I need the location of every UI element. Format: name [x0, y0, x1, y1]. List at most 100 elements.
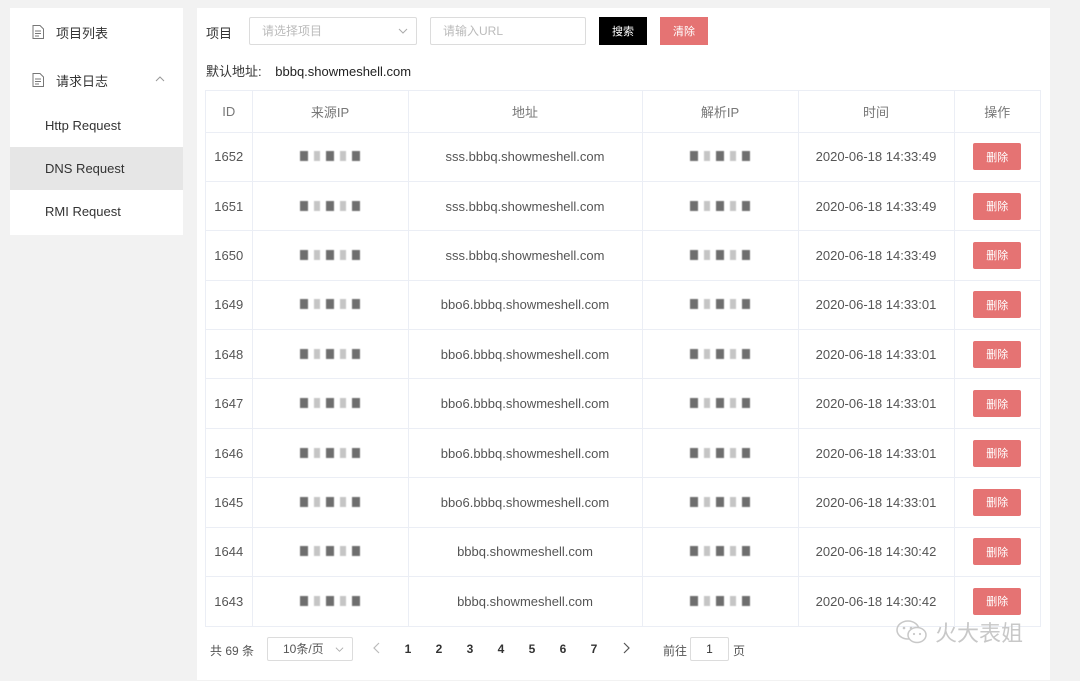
project-select[interactable]: 请选择项目: [249, 17, 417, 45]
cell-source-ip: [252, 527, 409, 578]
cell-resolved-ip: [642, 527, 799, 578]
delete-button[interactable]: 删除: [973, 143, 1022, 171]
cell-time: 2020-06-18 14:30:42: [798, 527, 955, 578]
cell-id: 1652: [206, 132, 253, 182]
delete-button[interactable]: 删除: [973, 587, 1022, 615]
cell-source-ip: [252, 280, 409, 331]
menu-item-request-log[interactable]: 请求日志: [10, 56, 183, 104]
page-number[interactable]: 6: [553, 642, 573, 656]
delete-button[interactable]: 删除: [973, 538, 1022, 566]
cell-source-ip: [252, 181, 409, 232]
page-number[interactable]: 1: [398, 642, 418, 656]
delete-button[interactable]: 删除: [973, 439, 1022, 467]
project-label: 项目: [206, 26, 233, 41]
wechat-icon: [896, 620, 927, 644]
delete-button[interactable]: 删除: [973, 390, 1022, 418]
cell-id: 1646: [206, 428, 253, 479]
redacted-ip: [690, 595, 750, 606]
clear-button[interactable]: 清除: [660, 17, 708, 45]
cell-address: sss.bbbq.showmeshell.com: [408, 230, 643, 281]
cell-id: 1647: [206, 378, 253, 429]
search-button[interactable]: 搜索: [599, 17, 647, 45]
delete-button[interactable]: 删除: [973, 340, 1022, 368]
menu-item-label: 项目列表: [56, 25, 109, 41]
delete-button[interactable]: 删除: [973, 488, 1022, 516]
cell-id: 1651: [206, 181, 253, 232]
cell-resolved-ip: [642, 329, 799, 380]
prev-page-icon[interactable]: [370, 641, 384, 655]
redacted-ip: [690, 200, 750, 211]
redacted-ip: [690, 151, 750, 162]
delete-button[interactable]: 删除: [973, 192, 1022, 220]
redacted-ip: [300, 151, 360, 162]
redacted-ip: [300, 200, 360, 211]
submenu-item-rmi-request[interactable]: RMI Request: [10, 190, 183, 233]
page-number[interactable]: 2: [429, 642, 449, 656]
cell-id: 1649: [206, 280, 253, 331]
cell-time: 2020-06-18 14:33:01: [798, 378, 955, 429]
cell-resolved-ip: [642, 280, 799, 331]
cell-resolved-ip: [642, 132, 799, 182]
default-address: 默认地址: bbbq.showmeshell.com: [206, 61, 411, 80]
table-row: 1644 bbbq.showmeshell.com 2020-06-18 14:30…: [206, 527, 1040, 578]
cell-id: 1643: [206, 576, 253, 626]
table-row: 1651 sss.bbbq.showmeshell.com 2020-06-18 1…: [206, 181, 1040, 232]
delete-button[interactable]: 删除: [973, 291, 1022, 319]
document-icon: [32, 73, 44, 87]
cell-resolved-ip: [642, 477, 799, 528]
toolbar: 项目 请选择项目 搜索 清除: [206, 17, 1046, 45]
watermark: 火大表姐: [895, 616, 1023, 648]
cell-time: 2020-06-18 14:33:49: [798, 132, 955, 182]
page-number[interactable]: 7: [584, 642, 604, 656]
goto-label: 前往: [663, 644, 688, 658]
redacted-ip: [690, 398, 750, 409]
default-address-value: bbbq.showmeshell.com: [275, 64, 412, 79]
goto-page-input[interactable]: [690, 637, 729, 661]
page-number[interactable]: 4: [491, 642, 511, 656]
cell-time: 2020-06-18 14:33:49: [798, 230, 955, 281]
delete-button[interactable]: 删除: [973, 241, 1022, 269]
main-panel: 项目 请选择项目 搜索 清除 默认地址: bbbq.showmeshell.co…: [197, 8, 1050, 680]
cell-actions: 删除: [954, 329, 1040, 380]
redacted-ip: [300, 299, 360, 310]
cell-actions: 删除: [954, 181, 1040, 232]
cell-address: bbo6.bbbq.showmeshell.com: [408, 329, 643, 380]
table-row: 1652 sss.bbbq.showmeshell.com 2020-06-18 1…: [206, 132, 1040, 182]
submenu-item-dns-request[interactable]: DNS Request: [10, 147, 183, 190]
chevron-up-icon[interactable]: [155, 74, 165, 84]
page-number[interactable]: 5: [522, 642, 542, 656]
page-unit-label: 页: [733, 644, 746, 658]
table-header-row: ID 来源IP 地址 解析IP 时间 操作: [206, 91, 1040, 133]
cell-address: bbo6.bbbq.showmeshell.com: [408, 428, 643, 479]
column-header-actions: 操作: [954, 91, 1040, 133]
redacted-ip: [690, 496, 750, 507]
cell-address: bbo6.bbbq.showmeshell.com: [408, 280, 643, 331]
cell-source-ip: [252, 329, 409, 380]
page-number[interactable]: 3: [460, 642, 480, 656]
table-row: 1650 sss.bbbq.showmeshell.com 2020-06-18 1…: [206, 230, 1040, 281]
redacted-ip: [690, 546, 750, 557]
page-size-select[interactable]: 10条/页: [267, 637, 353, 661]
page-size-value: 10条/页: [283, 642, 324, 656]
next-page-icon[interactable]: [619, 641, 633, 655]
cell-address: bbbq.showmeshell.com: [408, 576, 643, 626]
cell-resolved-ip: [642, 576, 799, 626]
menu-item-project-list[interactable]: 项目列表: [10, 8, 183, 56]
cell-id: 1645: [206, 477, 253, 528]
cell-source-ip: [252, 230, 409, 281]
url-input[interactable]: [430, 17, 586, 45]
redacted-ip: [300, 595, 360, 606]
sidebar: 项目列表 请求日志 Http Request DNS Request RMI R…: [10, 8, 183, 235]
submenu-item-http-request[interactable]: Http Request: [10, 104, 183, 147]
redacted-ip: [690, 447, 750, 458]
chevron-down-icon: [398, 28, 408, 34]
cell-resolved-ip: [642, 428, 799, 479]
cell-time: 2020-06-18 14:33:01: [798, 428, 955, 479]
cell-address: bbo6.bbbq.showmeshell.com: [408, 378, 643, 429]
cell-resolved-ip: [642, 230, 799, 281]
redacted-ip: [300, 249, 360, 260]
cell-time: 2020-06-18 14:33:01: [798, 329, 955, 380]
cell-time: 2020-06-18 14:33:49: [798, 181, 955, 232]
cell-actions: 删除: [954, 428, 1040, 479]
cell-source-ip: [252, 132, 409, 182]
